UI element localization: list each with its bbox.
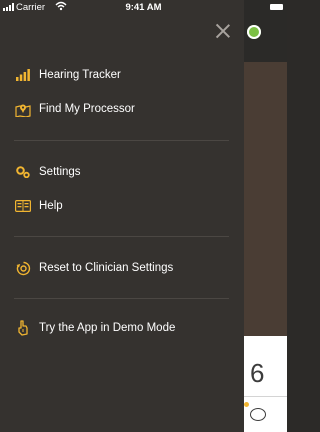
status-time: 9:41 AM [125,2,162,13]
menu-item-label: Settings [39,166,81,178]
menu-separator [14,298,229,299]
close-button[interactable] [214,22,232,40]
menu-item-demo-mode[interactable]: Try the App in Demo Mode [14,318,229,338]
demo-hand-icon [14,319,32,337]
status-check-icon [247,25,261,39]
menu-item-label: Find My Processor [39,103,135,115]
menu-separator [14,236,229,237]
bar-chart-icon [14,66,32,84]
help-book-icon [14,197,32,215]
map-pin-icon [14,100,32,118]
menu-separator [14,140,229,141]
menu-item-help[interactable]: Help [14,196,229,216]
menu-item-hearing-tracker[interactable]: Hearing Tracker [14,65,229,85]
battery-icon [270,4,283,10]
background-card: 6 [242,336,287,432]
status-bar: Carrier 9:41 AM [0,0,287,16]
menu-item-settings[interactable]: Settings [14,162,229,182]
menu-item-label: Help [39,200,63,212]
menu-item-label: Try the App in Demo Mode [39,322,176,334]
menu-item-label: Reset to Clinician Settings [39,262,174,274]
menu-item-find-my-processor[interactable]: Find My Processor [14,99,229,119]
gears-icon [14,163,32,181]
reset-icon [14,259,32,277]
card-divider [242,396,287,397]
notification-dot-icon [244,402,249,407]
menu-item-label: Hearing Tracker [39,69,121,81]
side-drawer: Hearing Tracker Find My Processor Settin… [0,0,244,432]
counter-value: 6 [250,358,265,388]
chat-bubble-icon [250,408,266,421]
menu-item-reset-clinician-settings[interactable]: Reset to Clinician Settings [14,258,229,278]
